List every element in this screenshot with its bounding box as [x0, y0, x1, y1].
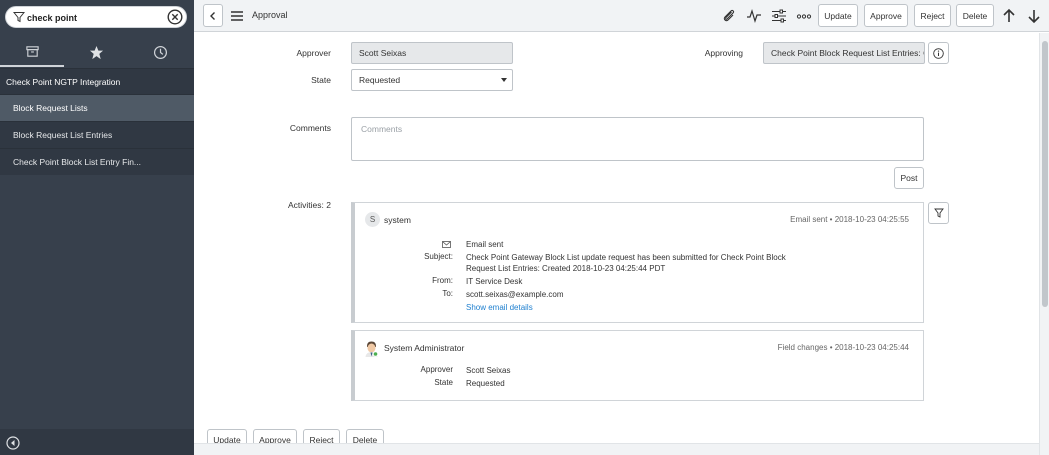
- navigator-sidebar: Check Point NGTP Integration Block Reque…: [0, 0, 194, 455]
- form-header: Approval Update Approve Reject Delete: [194, 0, 1049, 32]
- favorites-tab[interactable]: [64, 37, 128, 67]
- personalize-icon[interactable]: [771, 8, 787, 24]
- menu-icon[interactable]: [230, 9, 244, 23]
- header-delete-button[interactable]: Delete: [956, 4, 994, 27]
- to-value: scott.seixas@example.com: [466, 290, 564, 299]
- filter-icon: [13, 12, 25, 23]
- approving-label: Approving: [704, 48, 743, 58]
- subject-line-2: Request List Entries: Created 2018-10-23…: [466, 264, 666, 273]
- show-email-details-link[interactable]: Show email details: [466, 302, 533, 313]
- archive-icon: [25, 45, 39, 57]
- header-approve-button[interactable]: Approve: [864, 4, 908, 27]
- all-apps-tab[interactable]: [0, 37, 64, 67]
- up-arrow-icon[interactable]: [1001, 8, 1017, 24]
- star-icon: [89, 45, 103, 59]
- filter-input[interactable]: [27, 10, 167, 25]
- field-change-value: Requested: [466, 379, 505, 388]
- activity-icon[interactable]: [746, 8, 762, 24]
- info-icon: [933, 47, 944, 59]
- approver-field[interactable]: Scott Seixas: [351, 42, 513, 64]
- activity-user: system: [384, 215, 411, 225]
- field-change-value: Scott Seixas: [466, 366, 511, 375]
- attachment-icon[interactable]: [721, 8, 737, 24]
- activity-filter-button[interactable]: [928, 202, 949, 224]
- activity-meta: Email sent • 2018-10-23 04:25:55: [790, 215, 909, 224]
- subject-key: Subject:: [424, 252, 453, 261]
- comments-label: Comments: [289, 123, 331, 133]
- activity-meta: Field changes • 2018-10-23 04:25:44: [777, 343, 909, 352]
- scrollbar-thumb[interactable]: [1042, 41, 1048, 307]
- navigator-tabs: [0, 37, 194, 67]
- to-key: To:: [442, 289, 453, 298]
- approving-field[interactable]: Check Point Block Request List Entries: …: [763, 42, 925, 64]
- envelope-icon: [442, 241, 451, 248]
- activity-card-field-changes: System Administrator Field changes • 201…: [351, 330, 924, 401]
- sidebar-footer: [0, 429, 194, 455]
- module-header[interactable]: Check Point NGTP Integration: [0, 68, 194, 94]
- avatar: S: [365, 212, 380, 227]
- from-value: IT Service Desk: [466, 277, 523, 286]
- activity-user: System Administrator: [384, 343, 465, 353]
- horizontal-scrollbar[interactable]: [194, 443, 1039, 455]
- subject-line-1: Check Point Gateway Block List update re…: [466, 253, 786, 262]
- history-tab[interactable]: [128, 37, 192, 67]
- from-key: From:: [432, 276, 453, 285]
- collapse-navigator-icon[interactable]: [6, 436, 20, 450]
- nav-item-block-request-lists[interactable]: Block Request Lists: [0, 94, 194, 121]
- header-reject-button[interactable]: Reject: [914, 4, 951, 27]
- field-change-key: Approver: [420, 365, 453, 374]
- back-icon: [210, 11, 215, 20]
- filter-navigator[interactable]: [5, 6, 187, 28]
- nav-item-block-list-entry-finder[interactable]: Check Point Block List Entry Fin...: [0, 148, 194, 175]
- nav-item-block-request-list-entries[interactable]: Block Request List Entries: [0, 121, 194, 148]
- comments-textarea[interactable]: Comments: [351, 117, 924, 161]
- filter-icon: [933, 208, 944, 218]
- state-label: State: [311, 75, 331, 85]
- email-header: Email sent: [466, 240, 504, 249]
- state-select[interactable]: Requested: [351, 69, 513, 91]
- chevron-down-icon: [501, 78, 507, 82]
- state-select-value: Requested: [359, 75, 401, 85]
- form-body: Approver Scott Seixas Approving Check Po…: [194, 33, 1039, 455]
- vertical-scrollbar[interactable]: [1039, 33, 1049, 455]
- more-icon[interactable]: [796, 8, 812, 24]
- field-change-key: State: [434, 378, 453, 387]
- activities-label: Activities: 2: [288, 200, 331, 210]
- approving-info-button[interactable]: [928, 42, 949, 64]
- clear-icon[interactable]: [167, 9, 183, 25]
- clock-icon: [153, 45, 167, 59]
- back-button[interactable]: [203, 4, 223, 27]
- form-title: Approval: [252, 10, 288, 20]
- post-button[interactable]: Post: [894, 167, 924, 189]
- approver-label: Approver: [296, 48, 332, 58]
- activity-card-email: S system Email sent • 2018-10-23 04:25:5…: [351, 202, 924, 323]
- header-update-button[interactable]: Update: [818, 4, 858, 27]
- avatar: [365, 341, 379, 357]
- down-arrow-icon[interactable]: [1026, 8, 1042, 24]
